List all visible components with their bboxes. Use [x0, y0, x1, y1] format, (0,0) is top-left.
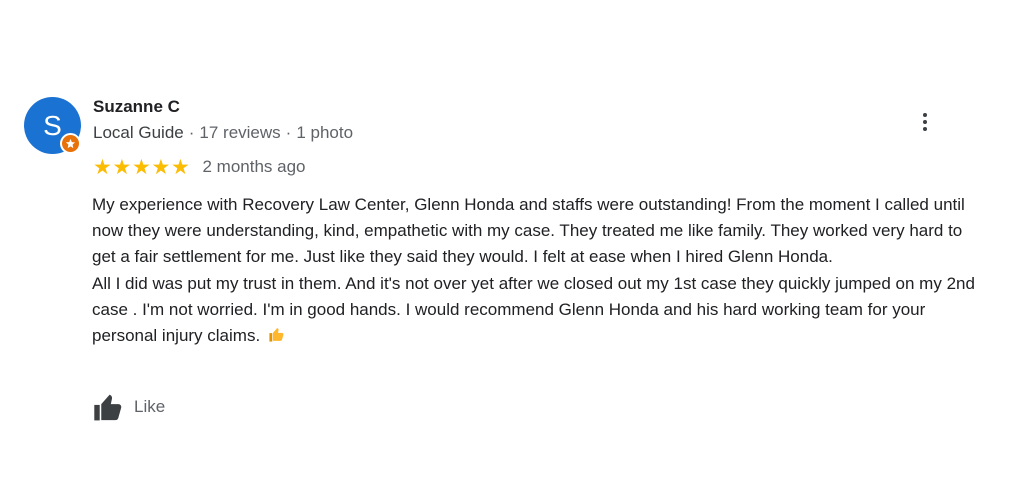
thumbs-up-emoji-icon [268, 325, 285, 351]
review-paragraph-text: All I did was put my trust in them. And … [92, 273, 975, 346]
star-rating: ★ ★ ★ ★ ★ [93, 157, 191, 178]
star-icon: ★ [112, 155, 132, 179]
more-vertical-icon [923, 127, 927, 131]
more-options-button[interactable] [914, 109, 936, 135]
star-icon: ★ [93, 155, 112, 179]
local-guide-star-icon [60, 133, 81, 154]
rating-row: ★ ★ ★ ★ ★ 2 months ago [93, 155, 306, 179]
review-date: 2 months ago [202, 157, 306, 176]
local-guide-label: Local Guide [93, 123, 184, 142]
reviewer-meta: Local Guide · 17 reviews · 1 photo [93, 123, 353, 143]
like-label: Like [134, 397, 166, 416]
more-vertical-icon [923, 113, 927, 117]
star-icon: ★ [171, 155, 190, 179]
star-icon: ★ [132, 155, 151, 179]
avatar-initial: S [43, 110, 62, 141]
review-card: S Suzanne C Local Guide · 17 reviews · 1 pho… [0, 0, 1024, 502]
like-button[interactable]: Like [92, 391, 165, 423]
review-text: My experience with Recovery Law Center, … [92, 192, 982, 351]
review-paragraph: All I did was put my trust in them. And … [92, 271, 982, 352]
thumbs-up-icon [94, 394, 122, 420]
photo-count: 1 photo [296, 123, 354, 142]
star-icon: ★ [151, 155, 171, 179]
reviewer-name[interactable]: Suzanne C [93, 97, 180, 117]
more-vertical-icon [923, 120, 927, 124]
meta-separator: · [188, 123, 195, 142]
meta-separator: · [285, 123, 292, 142]
review-paragraph: My experience with Recovery Law Center, … [92, 195, 965, 267]
review-count: 17 reviews [199, 123, 281, 142]
